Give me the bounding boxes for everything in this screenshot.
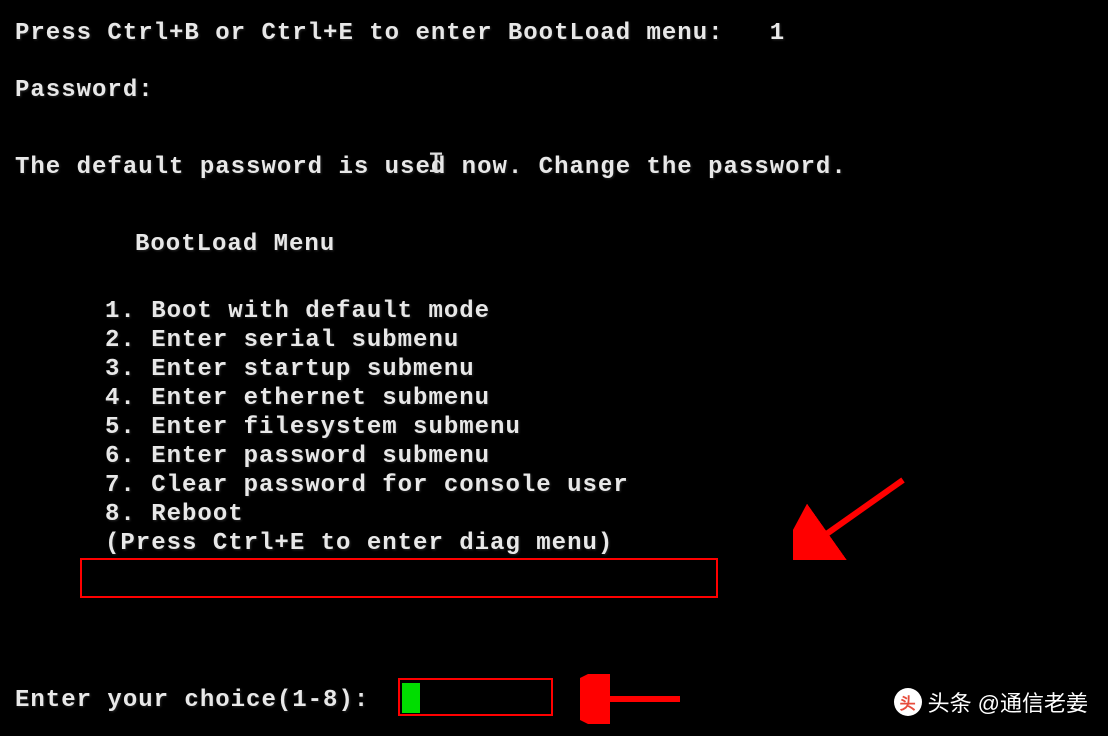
password-label: Password: bbox=[15, 77, 1093, 104]
arrow-annotation-icon bbox=[580, 674, 690, 724]
menu-item-3[interactable]: 3. Enter startup submenu bbox=[15, 356, 1093, 383]
choice-prompt: Enter your choice(1-8): bbox=[15, 687, 369, 714]
arrow-annotation-icon bbox=[793, 470, 913, 560]
menu-item-5[interactable]: 5. Enter filesystem submenu bbox=[15, 414, 1093, 441]
menu-item-1[interactable]: 1. Boot with default mode bbox=[15, 298, 1093, 325]
cursor-box-annotation bbox=[398, 678, 553, 716]
menu-item-4[interactable]: 4. Enter ethernet submenu bbox=[15, 385, 1093, 412]
menu-title: BootLoad Menu bbox=[15, 231, 1093, 258]
menu-item-2[interactable]: 2. Enter serial submenu bbox=[15, 327, 1093, 354]
text-cursor-icon: I bbox=[427, 148, 446, 182]
watermark-logo-icon: 头 bbox=[894, 688, 922, 716]
terminal-cursor[interactable] bbox=[402, 683, 420, 713]
highlight-box-annotation bbox=[80, 558, 718, 598]
menu-hint: (Press Ctrl+E to enter diag menu) bbox=[15, 530, 1093, 557]
bootload-prompt: Press Ctrl+B or Ctrl+E to enter BootLoad… bbox=[15, 20, 1093, 47]
menu-item-8[interactable]: 8. Reboot bbox=[15, 501, 1093, 528]
watermark: 头 头条 @通信老姜 bbox=[894, 686, 1088, 718]
menu-item-7[interactable]: 7. Clear password for console user bbox=[15, 472, 1093, 499]
menu-item-6[interactable]: 6. Enter password submenu bbox=[15, 443, 1093, 470]
watermark-prefix: 头条 bbox=[928, 686, 972, 718]
watermark-handle: @通信老姜 bbox=[978, 686, 1088, 718]
default-password-message: The default password is used now. Change… bbox=[15, 154, 1093, 181]
